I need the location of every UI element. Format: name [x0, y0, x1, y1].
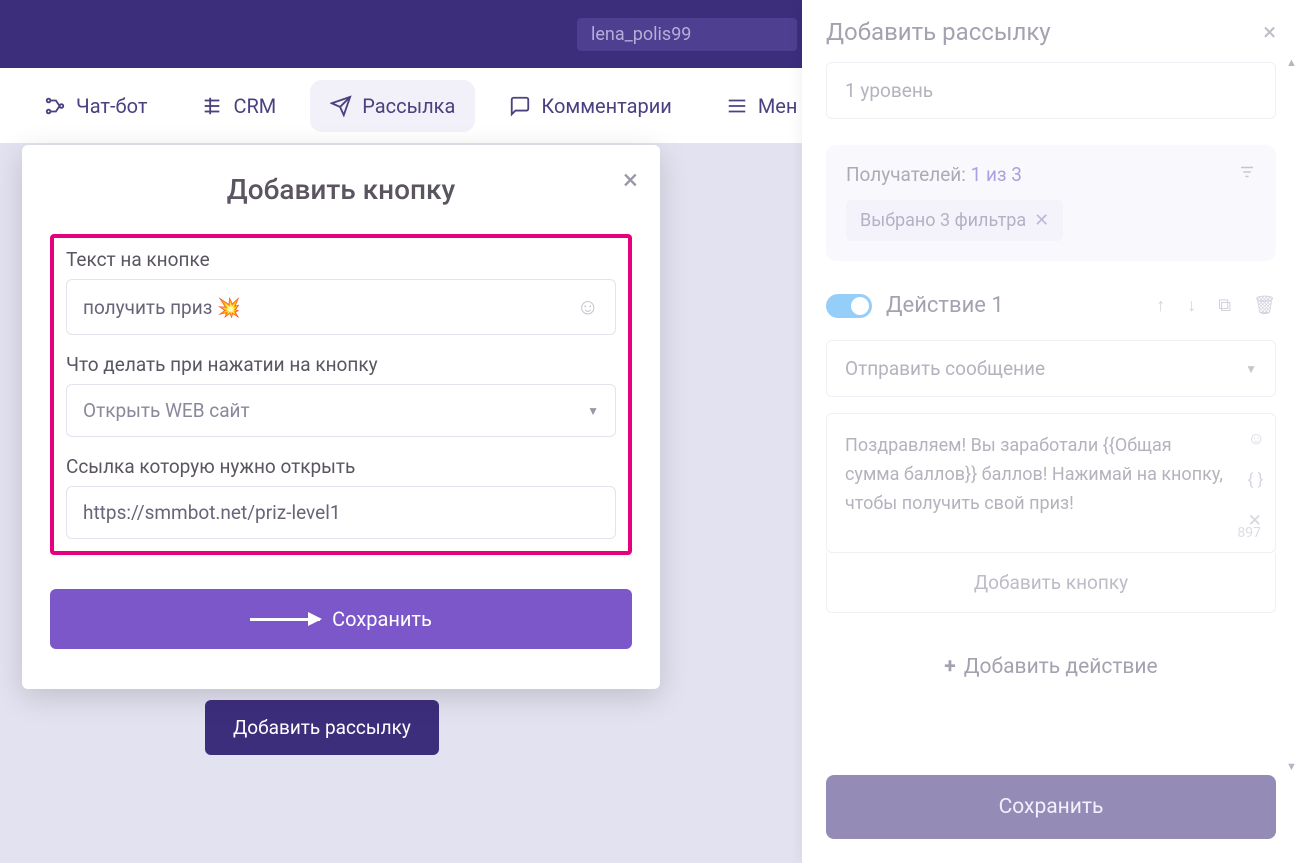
- emoji-icon[interactable]: ☺: [1248, 426, 1265, 453]
- variable-icon[interactable]: { }: [1248, 467, 1265, 494]
- emoji-icon[interactable]: ☺: [577, 294, 599, 320]
- char-count: 897: [1237, 522, 1261, 544]
- action-name: Действие 1: [886, 293, 1142, 318]
- message-text: Поздравляем! Вы заработали {{Общая сумма…: [845, 435, 1223, 514]
- broadcast-side-panel: Добавить рассылку × 1 уровень Получателе…: [802, 0, 1300, 863]
- plus-icon: +: [944, 655, 955, 679]
- add-broadcast-button[interactable]: Добавить рассылку: [205, 700, 439, 755]
- side-panel-footer: Сохранить: [802, 757, 1300, 863]
- button-link-input[interactable]: [66, 486, 616, 539]
- select-value: 1 уровень: [845, 79, 933, 102]
- close-icon[interactable]: ×: [623, 163, 638, 196]
- chip-label: Выбрано 3 фильтра: [860, 210, 1026, 231]
- tab-label: Мен: [758, 94, 798, 118]
- side-panel-header: Добавить рассылку ×: [802, 0, 1300, 62]
- highlighted-form-area: Текст на кнопке ☺ Что делать при нажатии…: [50, 234, 632, 555]
- button-action-select[interactable]: Открыть WEB сайт ▼: [66, 384, 616, 437]
- scroll-down-icon[interactable]: ▼: [1286, 760, 1297, 773]
- tab-chatbot[interactable]: Чат-бот: [24, 80, 167, 132]
- save-button[interactable]: Сохранить: [50, 589, 632, 649]
- action-header: Действие 1 ↑ ↓ ⧉ 🗑: [826, 293, 1276, 318]
- button-text-input[interactable]: ☺: [66, 279, 616, 335]
- button-link-field[interactable]: [83, 501, 599, 524]
- side-save-button[interactable]: Сохранить: [826, 775, 1276, 839]
- button-label: Сохранить: [999, 795, 1104, 819]
- button-text-label: Текст на кнопке: [66, 248, 616, 271]
- message-textarea[interactable]: Поздравляем! Вы заработали {{Общая сумма…: [826, 413, 1276, 553]
- label: Добавить кнопку: [974, 571, 1128, 594]
- side-panel-body[interactable]: 1 уровень Получателей: 1 из 3 Выбрано 3 …: [802, 62, 1300, 757]
- tab-label: Комментарии: [541, 94, 671, 118]
- add-button-modal: × Добавить кнопку Текст на кнопке ☺ Что …: [22, 145, 660, 689]
- button-link-label: Ссылка которую нужно открыть: [66, 455, 616, 478]
- tab-label: CRM: [233, 94, 276, 118]
- recipients-card: Получателей: 1 из 3 Выбрано 3 фильтра ✕: [826, 145, 1276, 261]
- tab-comments[interactable]: Комментарии: [489, 80, 691, 132]
- side-panel-title: Добавить рассылку: [826, 18, 1051, 46]
- button-text-field[interactable]: [83, 296, 577, 319]
- label: Добавить действие: [964, 655, 1158, 679]
- search-input[interactable]: lena_polis99: [577, 18, 797, 51]
- tab-crm[interactable]: CRM: [181, 80, 296, 132]
- arrow-annotation-icon: [250, 618, 320, 621]
- move-up-icon[interactable]: ↑: [1156, 295, 1165, 316]
- chevron-down-icon: ▼: [587, 404, 599, 418]
- scroll-up-icon[interactable]: ▲: [1286, 56, 1297, 69]
- action-toolbar: ↑ ↓ ⧉ 🗑: [1156, 295, 1276, 316]
- close-icon[interactable]: ×: [1263, 18, 1276, 46]
- filter-icon[interactable]: [1238, 163, 1256, 186]
- button-label: Сохранить: [332, 607, 432, 631]
- action-type-select[interactable]: Отправить сообщение ▼: [826, 340, 1276, 397]
- search-value: lena_polis99: [591, 24, 691, 45]
- select-value: Отправить сообщение: [845, 357, 1045, 380]
- modal-title: Добавить кнопку: [50, 173, 632, 206]
- tab-label: Рассылка: [362, 94, 455, 118]
- scrollbar[interactable]: ▲ ▼: [1284, 56, 1298, 773]
- comment-icon: [509, 95, 531, 117]
- list-icon: [201, 95, 223, 117]
- action-toggle[interactable]: [826, 294, 872, 318]
- remove-filter-icon[interactable]: ✕: [1034, 210, 1049, 231]
- send-icon: [330, 95, 352, 117]
- message-tools: ☺ { } ✕: [1248, 426, 1265, 536]
- select-value: Открыть WEB сайт: [83, 399, 250, 422]
- move-down-icon[interactable]: ↓: [1187, 295, 1196, 316]
- button-action-label: Что делать при нажатии на кнопку: [66, 353, 616, 376]
- tab-label: Чат-бот: [76, 94, 147, 118]
- add-button-row[interactable]: Добавить кнопку: [826, 553, 1276, 613]
- tab-menu[interactable]: Мен: [706, 80, 818, 132]
- level-select[interactable]: 1 уровень: [826, 62, 1276, 119]
- copy-icon[interactable]: ⧉: [1218, 295, 1231, 316]
- add-action-button[interactable]: + Добавить действие: [826, 641, 1276, 693]
- delete-icon[interactable]: 🗑: [1253, 295, 1276, 316]
- chevron-down-icon: ▼: [1245, 362, 1257, 376]
- button-label: Добавить рассылку: [233, 716, 411, 739]
- chatbot-icon: [44, 95, 66, 117]
- tab-broadcast[interactable]: Рассылка: [310, 80, 475, 132]
- filter-chip[interactable]: Выбрано 3 фильтра ✕: [846, 200, 1063, 241]
- recipients-count: 1 из 3: [971, 163, 1022, 186]
- menu-icon: [726, 95, 748, 117]
- recipients-label: Получателей:: [846, 163, 966, 186]
